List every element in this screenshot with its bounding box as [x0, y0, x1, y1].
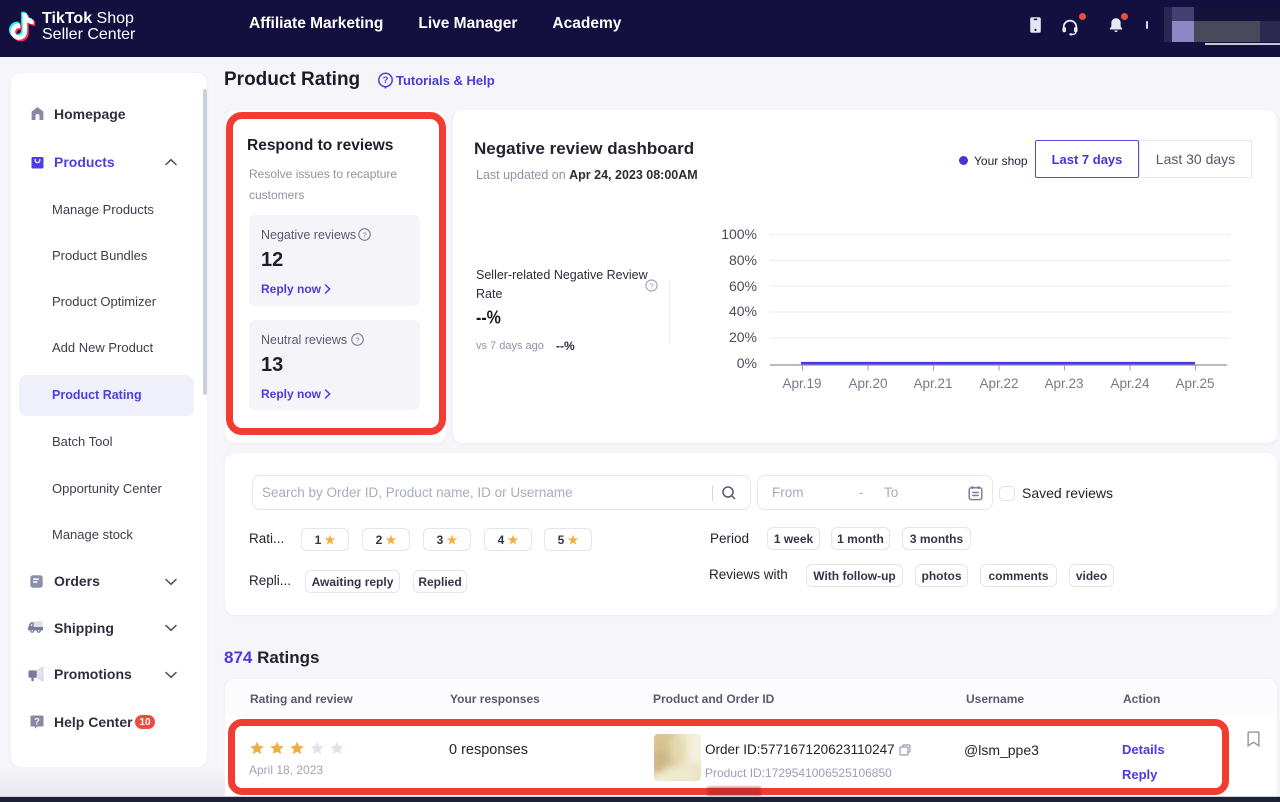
svg-text:?: ? — [383, 75, 389, 86]
svg-text:?: ? — [649, 281, 653, 290]
svg-text:?: ? — [34, 716, 40, 726]
